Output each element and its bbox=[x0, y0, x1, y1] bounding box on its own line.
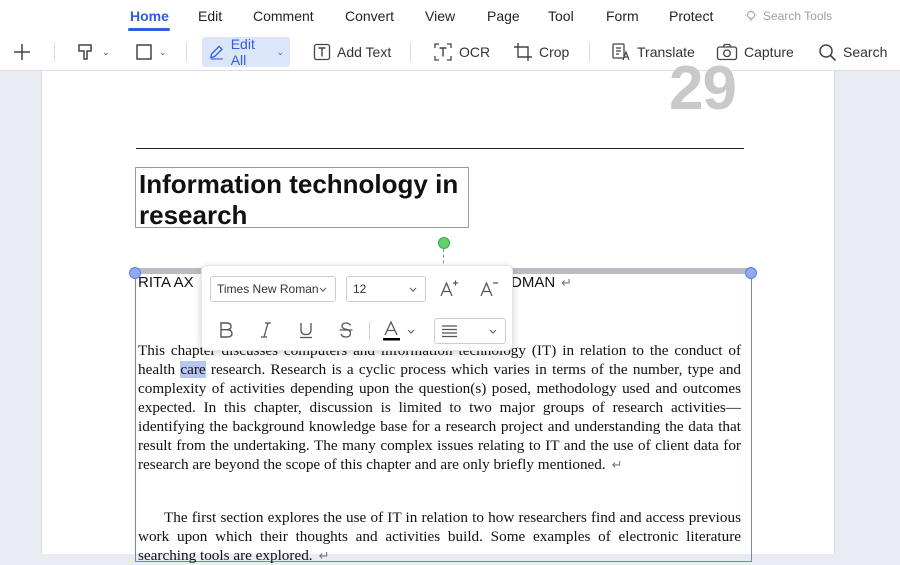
format-separator bbox=[369, 322, 370, 340]
menu-home[interactable]: Home bbox=[130, 8, 169, 24]
increase-font-size-button[interactable] bbox=[438, 278, 460, 300]
highlighter-icon bbox=[78, 44, 92, 60]
search-tools-label: Search Tools bbox=[763, 9, 833, 23]
strikethrough-button[interactable] bbox=[336, 320, 356, 340]
search-button[interactable]: Search bbox=[818, 37, 887, 67]
text-color-icon bbox=[383, 320, 400, 341]
italic-icon bbox=[261, 322, 271, 338]
paragraph-1-rest: research. Research is a cyclic process w… bbox=[138, 361, 742, 473]
chevron-down-icon: ⌄ bbox=[276, 46, 284, 57]
rotate-handle[interactable] bbox=[438, 237, 450, 249]
format-toolbar: Times New Roman 12 bbox=[201, 265, 513, 351]
chapter-title-line-2: research bbox=[139, 200, 248, 230]
edit-all-button[interactable]: Edit All ⌄ bbox=[202, 36, 290, 68]
menu-bar: Home Edit Comment Convert View Page Tool… bbox=[0, 0, 900, 33]
translate-icon bbox=[612, 43, 630, 61]
align-justify-icon bbox=[442, 325, 457, 338]
chevron-down-icon: ⌄ bbox=[159, 46, 167, 57]
paragraph-2-text: The first section explores the use of IT… bbox=[138, 509, 741, 564]
add-text-button[interactable]: Add Text bbox=[313, 37, 391, 67]
authors-text-left: RITA AX bbox=[138, 274, 194, 291]
crop-label: Crop bbox=[539, 44, 570, 60]
chevron-down-icon bbox=[319, 287, 327, 292]
paragraph-1[interactable]: This chapter discusses computers and inf… bbox=[138, 341, 741, 474]
search-icon bbox=[819, 43, 837, 61]
ocr-button[interactable]: OCR bbox=[433, 37, 490, 67]
menu-convert[interactable]: Convert bbox=[345, 8, 394, 24]
paragraph-2[interactable]: The first section explores the use of IT… bbox=[138, 508, 741, 565]
italic-button[interactable] bbox=[256, 320, 276, 340]
strikethrough-icon bbox=[339, 322, 353, 338]
horizontal-rule bbox=[136, 148, 744, 149]
chevron-down-icon bbox=[407, 329, 415, 334]
pencil-icon bbox=[209, 45, 223, 60]
ocr-icon bbox=[434, 43, 452, 61]
menu-edit[interactable]: Edit bbox=[198, 8, 222, 24]
toolbar-separator bbox=[589, 42, 590, 62]
shape-button[interactable]: ⌄ bbox=[135, 37, 167, 67]
font-decrease-icon bbox=[480, 281, 498, 297]
chevron-down-icon bbox=[409, 287, 417, 292]
paragraph-mark: ↵ bbox=[318, 548, 330, 563]
font-family-select[interactable]: Times New Roman bbox=[210, 276, 336, 302]
capture-label: Capture bbox=[744, 44, 794, 60]
search-tools[interactable]: Search Tools bbox=[744, 9, 832, 23]
text-color-button[interactable] bbox=[380, 320, 418, 342]
bold-button[interactable] bbox=[216, 320, 236, 340]
paragraph-mark: ↵ bbox=[561, 275, 573, 290]
alignment-select[interactable] bbox=[434, 318, 506, 344]
menu-tool[interactable]: Tool bbox=[548, 8, 574, 24]
toolbar: ⌄ ⌄ Edit All ⌄ Add Text OCR Crop Translat… bbox=[0, 33, 900, 71]
toolbar-separator bbox=[186, 42, 187, 62]
underline-icon bbox=[300, 323, 312, 339]
menu-view[interactable]: View bbox=[425, 8, 455, 24]
search-label: Search bbox=[843, 44, 888, 60]
title-text-box[interactable]: Information technology in research bbox=[135, 167, 469, 230]
ocr-label: OCR bbox=[459, 44, 491, 60]
underline-button[interactable] bbox=[296, 320, 316, 340]
menu-protect[interactable]: Protect bbox=[669, 8, 713, 24]
chapter-title-line-1: Information technology in bbox=[139, 169, 459, 199]
active-tab-indicator bbox=[128, 28, 170, 31]
highlighter-button[interactable]: ⌄ bbox=[76, 37, 110, 67]
crop-icon bbox=[514, 43, 532, 61]
crop-button[interactable]: Crop bbox=[513, 37, 569, 67]
toolbar-separator bbox=[54, 42, 55, 62]
page-number: 29 bbox=[669, 54, 737, 123]
paragraph-mark: ↵ bbox=[611, 457, 623, 472]
lightbulb-icon bbox=[745, 9, 757, 21]
font-size-value: 12 bbox=[353, 282, 367, 296]
plus-icon bbox=[14, 44, 30, 60]
toolbar-separator bbox=[410, 42, 411, 62]
font-size-select[interactable]: 12 bbox=[346, 276, 426, 302]
selected-word[interactable]: care bbox=[180, 361, 206, 378]
text-box-icon bbox=[313, 43, 331, 61]
decrease-font-size-button[interactable] bbox=[478, 278, 500, 300]
authors-right-label: DMAN bbox=[511, 274, 556, 291]
font-family-value: Times New Roman bbox=[217, 282, 319, 296]
resize-handle-right[interactable] bbox=[745, 267, 757, 279]
menu-comment[interactable]: Comment bbox=[253, 8, 314, 24]
font-increase-icon bbox=[440, 280, 458, 297]
authors-text-right: DMAN ↵ bbox=[511, 274, 572, 291]
bold-icon bbox=[220, 322, 233, 338]
rectangle-icon bbox=[136, 44, 152, 60]
add-button[interactable] bbox=[12, 37, 32, 67]
menu-form[interactable]: Form bbox=[606, 8, 639, 24]
chevron-down-icon bbox=[489, 329, 497, 334]
add-text-label: Add Text bbox=[337, 44, 392, 60]
menu-page[interactable]: Page bbox=[487, 8, 520, 24]
edit-all-label: Edit All bbox=[230, 36, 255, 68]
chevron-down-icon: ⌄ bbox=[102, 46, 110, 57]
